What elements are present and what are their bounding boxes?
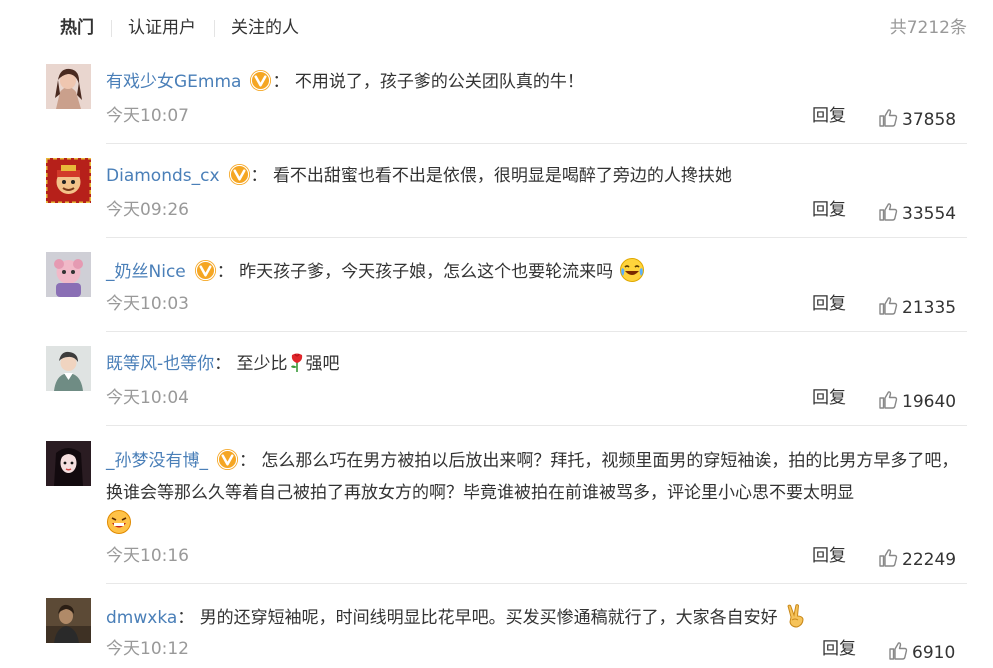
comment-line: _孙梦没有博_： 怎么那么巧在男方被拍以后放出来啊？拜托，视频里面男的穿短袖诶，…: [106, 445, 966, 544]
like-count: 6910: [912, 643, 956, 663]
flower-emoji: [290, 353, 302, 372]
username[interactable]: dmwxka: [106, 608, 177, 628]
like-count: 21335: [902, 298, 957, 318]
like-button[interactable]: 33554: [878, 202, 956, 225]
verified-badge-icon: [228, 163, 250, 186]
comment-text: 昨天孩子爹，今天孩子娘，怎么这个也要轮流来吗: [239, 262, 614, 282]
thumbs-up-icon: [889, 642, 908, 660]
verified-badge-icon: [216, 448, 239, 471]
username[interactable]: _奶丝Nice: [106, 262, 186, 282]
thumbs-up-icon: [879, 391, 898, 409]
username[interactable]: Diamonds_cx: [106, 166, 220, 186]
like-count: 33554: [902, 204, 957, 224]
tab-divider: [214, 20, 215, 37]
comment-divider: [106, 237, 967, 238]
reply-button[interactable]: 回复: [812, 387, 846, 409]
comment-text: 不用说了，孩子爹的公关团队真的牛！: [294, 72, 584, 92]
avatar-image: [46, 346, 91, 391]
reply-button[interactable]: 回复: [812, 293, 846, 315]
comment-text: 男的还穿短袖呢，时间线明显比花早吧。买发买惨通稿就行了，大家各自安好: [199, 608, 778, 628]
avatar-image: [46, 252, 91, 297]
comment-filter-tabs: 热门 认证用户 关注的人 共7212条: [0, 0, 993, 56]
comment-separator: ：: [214, 354, 232, 374]
like-count: 19640: [902, 392, 957, 412]
comment-panel: 热门 认证用户 关注的人 共7212条 有戏少女GEmma ： 不用说了，孩子爹的…: [0, 0, 993, 668]
like-button[interactable]: 22249: [878, 548, 956, 571]
reply-button[interactable]: 回复: [822, 638, 856, 660]
comment-line: dmwxka： 男的还穿短袖呢，时间线明显比花早吧。买发买惨通稿就行了，大家各自…: [106, 603, 809, 630]
like-button[interactable]: 37858: [878, 108, 956, 131]
username[interactable]: _孙梦没有博_: [106, 451, 208, 471]
username[interactable]: 有戏少女GEmma: [106, 72, 241, 92]
comment-text-before: 至少比: [236, 354, 288, 374]
thumbs-up-icon: [879, 549, 898, 567]
avatar[interactable]: [46, 64, 91, 109]
comment-separator: ：: [272, 72, 290, 92]
comment-divider: [106, 331, 967, 332]
comment-line: 有戏少女GEmma ： 不用说了，孩子爹的公关团队真的牛！: [106, 69, 584, 94]
comment-timestamp: 今天10:07: [106, 106, 189, 126]
comment-separator: ：: [250, 166, 268, 186]
avatar-image: [46, 441, 91, 486]
tab-verified-users[interactable]: 认证用户: [128, 17, 196, 39]
like-button[interactable]: 19640: [878, 390, 956, 413]
avatar[interactable]: [46, 158, 91, 203]
avatar[interactable]: [46, 441, 91, 486]
like-button[interactable]: 6910: [888, 641, 955, 664]
comment-line: 既等风-也等你： 至少比 强吧: [106, 351, 340, 376]
comment-divider: [106, 583, 967, 584]
thumbs-up-icon: [879, 297, 898, 315]
comment-divider: [106, 425, 967, 426]
tab-following[interactable]: 关注的人: [231, 17, 299, 39]
reply-button[interactable]: 回复: [812, 545, 846, 567]
comment-divider: [106, 143, 967, 144]
thumbs-up-icon: [879, 109, 898, 127]
verified-badge-icon: [250, 69, 272, 92]
comment-text: 看不出甜蜜也看不出是依偎，很明显是喝醉了旁边的人搀扶她: [272, 166, 732, 186]
comment-timestamp: 今天10:04: [106, 388, 189, 408]
tab-hot[interactable]: 热门: [60, 17, 94, 39]
comment-text-after: 强吧: [305, 354, 340, 374]
avatar-image: [46, 64, 91, 109]
avatar-image: [46, 158, 91, 203]
comment-timestamp: 今天10:16: [106, 546, 189, 566]
like-count: 37858: [902, 110, 957, 130]
laugh-cry-emoji: [619, 258, 644, 282]
avatar[interactable]: [46, 598, 91, 643]
total-comment-count: 共7212条: [889, 18, 967, 38]
thumbs-up-icon: [879, 203, 898, 221]
grin-emoji: [107, 510, 131, 534]
avatar[interactable]: [46, 346, 91, 391]
comment-timestamp: 今天10:03: [106, 294, 189, 314]
verified-badge-icon: [194, 259, 216, 282]
reply-button[interactable]: 回复: [812, 199, 846, 221]
reply-button[interactable]: 回复: [812, 105, 846, 127]
like-button[interactable]: 21335: [878, 296, 956, 319]
avatar-image: [46, 598, 91, 643]
comment-timestamp: 今天09:26: [106, 200, 189, 220]
comment-timestamp: 今天10:12: [106, 639, 189, 659]
comment-line: Diamonds_cx ： 看不出甜蜜也看不出是依偎，很明显是喝醉了旁边的人搀扶她: [106, 163, 732, 188]
tab-divider: [111, 20, 112, 37]
comment-separator: ：: [177, 608, 195, 628]
like-count: 22249: [902, 550, 957, 570]
avatar[interactable]: [46, 252, 91, 297]
victory-hand-emoji: [787, 604, 804, 628]
comment-line: _奶丝Nice ： 昨天孩子爹，今天孩子娘，怎么这个也要轮流来吗: [106, 257, 645, 284]
comment-separator: ：: [239, 451, 256, 471]
username[interactable]: 既等风-也等你: [106, 354, 214, 374]
comment-separator: ：: [216, 262, 234, 282]
